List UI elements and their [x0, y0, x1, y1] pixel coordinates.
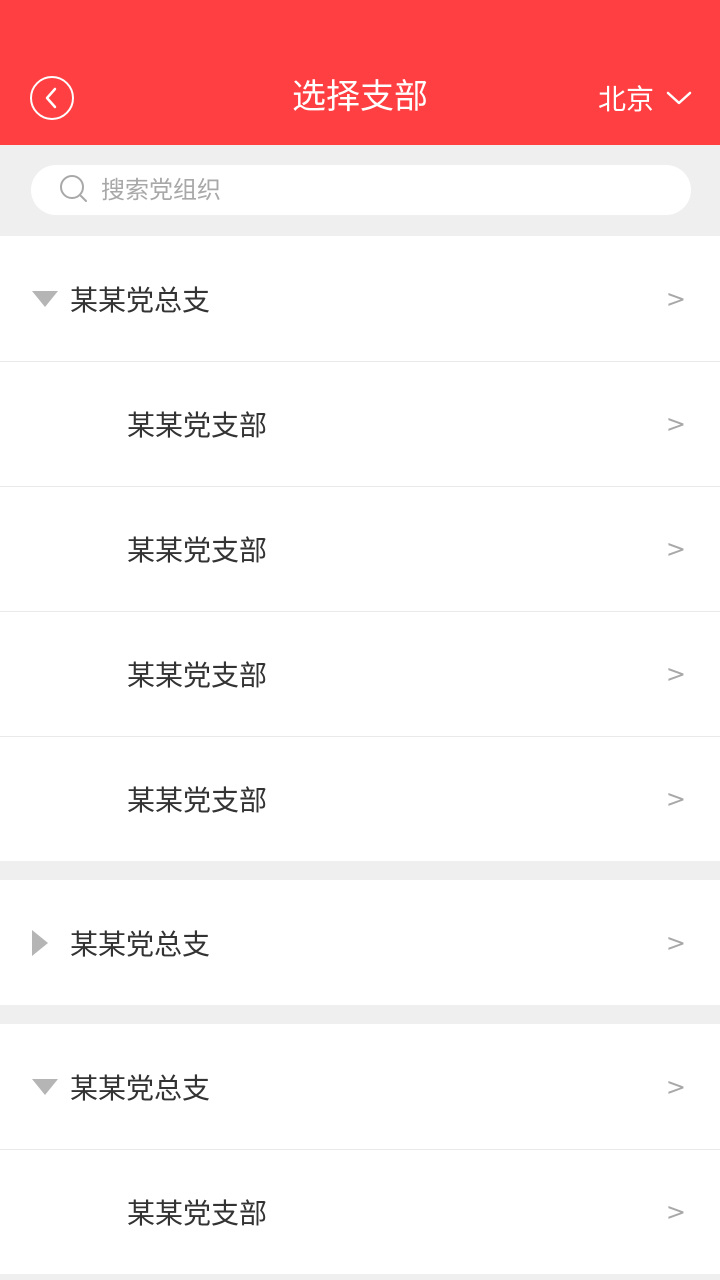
- branch-row[interactable]: 某某党支部 >: [0, 1149, 720, 1274]
- search-bar: [0, 145, 720, 236]
- branch-name: 某某党支部: [127, 534, 268, 567]
- branch-name: 某某党支部: [127, 784, 268, 817]
- general-branch-row[interactable]: 某某党总支 >: [0, 236, 720, 361]
- chevron-right-icon: >: [665, 410, 686, 438]
- branch-row[interactable]: 某某党支部 >: [0, 361, 720, 486]
- chevron-right-icon: >: [665, 785, 686, 813]
- city-selector[interactable]: 北京: [598, 76, 692, 120]
- triangle-right-icon[interactable]: [32, 929, 48, 956]
- general-branch-row[interactable]: 某某党总支 >: [0, 880, 720, 1005]
- search-input[interactable]: [101, 176, 621, 204]
- chevron-right-icon: >: [665, 1072, 686, 1101]
- app-header: 选择支部 北京: [0, 0, 720, 145]
- triangle-down-icon[interactable]: [32, 1078, 58, 1095]
- chevron-right-icon: >: [665, 535, 686, 563]
- branch-name: 某某党支部: [127, 409, 268, 442]
- chevron-right-icon: >: [665, 1198, 686, 1226]
- search-box[interactable]: [31, 165, 691, 215]
- branch-group: 某某党总支 >: [0, 880, 720, 1005]
- city-label: 北京: [597, 83, 654, 116]
- general-branch-name: 某某党总支: [70, 1071, 211, 1105]
- branch-group: 某某党总支 > 某某党支部 >: [0, 1024, 720, 1274]
- branch-row[interactable]: 某某党支部 >: [0, 611, 720, 736]
- general-branch-name: 某某党总支: [70, 283, 211, 317]
- branch-name: 某某党支部: [127, 659, 268, 692]
- branch-group: 某某党总支 > 某某党支部 > 某某党支部 > 某某党支部 > 某某党支部 >: [0, 236, 720, 861]
- branch-row[interactable]: 某某党支部 >: [0, 486, 720, 611]
- chevron-right-icon: >: [665, 284, 686, 313]
- triangle-down-icon[interactable]: [32, 290, 58, 307]
- search-icon: [59, 174, 91, 206]
- chevron-right-icon: >: [665, 660, 686, 688]
- general-branch-name: 某某党总支: [70, 927, 211, 961]
- branch-name: 某某党支部: [127, 1197, 268, 1230]
- general-branch-row[interactable]: 某某党总支 >: [0, 1024, 720, 1149]
- branch-row[interactable]: 某某党支部 >: [0, 736, 720, 861]
- chevron-right-icon: >: [665, 928, 686, 957]
- chevron-down-icon: [666, 90, 692, 106]
